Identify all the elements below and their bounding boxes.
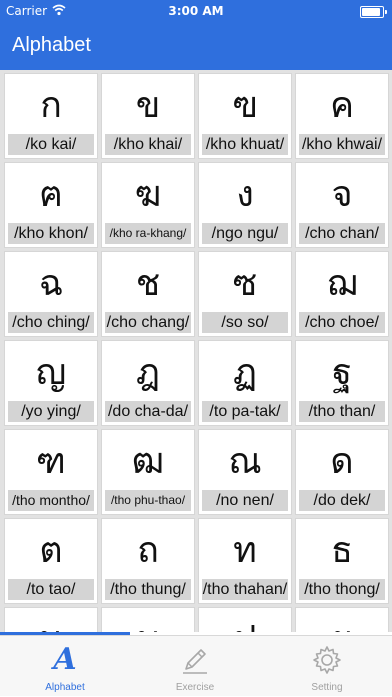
letter-cell[interactable]: ธ/tho thong/: [295, 518, 389, 604]
thai-letter: ป: [199, 608, 291, 632]
romanization-label: /so so/: [202, 312, 288, 333]
letter-cell[interactable]: ญ/yo ying/: [4, 340, 98, 426]
letter-cell[interactable]: ฒ/tho phu-thao/: [101, 429, 195, 515]
letter-cell[interactable]: ต/to tao/: [4, 518, 98, 604]
battery-icon: [360, 6, 387, 18]
thai-letter: บ: [102, 608, 194, 632]
thai-letter: ก: [40, 85, 62, 126]
romanization-label: /cho chan/: [299, 223, 385, 244]
romanization-label: /tho thung/: [105, 579, 191, 600]
romanization-label: /kho khai/: [105, 134, 191, 155]
thai-letter: ท: [233, 530, 257, 571]
gear-icon: [313, 646, 341, 674]
thai-letter: ฑ: [36, 441, 66, 482]
letter-cell[interactable]: ฐ/tho than/: [295, 340, 389, 426]
tab-setting[interactable]: Setting: [262, 636, 392, 697]
thai-letter: ฒ: [131, 441, 165, 482]
thai-letter: ฉ: [38, 263, 64, 304]
romanization-label: /yo ying/: [8, 401, 94, 422]
thai-letter: ฐ: [332, 352, 352, 393]
thai-letter: ญ: [35, 352, 67, 393]
thai-letter: ธ: [331, 530, 353, 571]
thai-letter: ข: [135, 85, 161, 126]
romanization-label: /kho khon/: [8, 223, 94, 244]
letter-cell[interactable]: ป: [198, 607, 292, 632]
tab-alphabet[interactable]: A Alphabet: [0, 636, 130, 697]
romanization-label: /to tao/: [8, 579, 94, 600]
navigation-bar: Alphabet: [0, 22, 392, 70]
thai-letter: ฅ: [38, 174, 64, 215]
letter-cell[interactable]: ฅ/kho khon/: [4, 162, 98, 248]
letter-cell[interactable]: ผ: [295, 607, 389, 632]
alphabet-grid[interactable]: ก/ko kai/ ข/kho khai/ ฃ/kho khuat/ ค/kho…: [0, 70, 392, 632]
tab-exercise[interactable]: Exercise: [130, 636, 260, 697]
thai-letter: ณ: [228, 441, 262, 482]
thai-letter: ฏ: [232, 352, 258, 393]
letter-cell[interactable]: ง/ngo ngu/: [198, 162, 292, 248]
letter-cell[interactable]: ฑ/tho montho/: [4, 429, 98, 515]
letter-cell[interactable]: บ: [101, 607, 195, 632]
letter-cell[interactable]: ฎ/do cha-da/: [101, 340, 195, 426]
romanization-label: /tho than/: [299, 401, 385, 422]
romanization-label: /to pa-tak/: [202, 401, 288, 422]
letter-cell[interactable]: ฏ/to pa-tak/: [198, 340, 292, 426]
romanization-label: /kho khuat/: [202, 134, 288, 155]
letter-cell[interactable]: น: [4, 607, 98, 632]
romanization-label: /cho chang/: [105, 312, 191, 333]
thai-letter: ฎ: [135, 352, 161, 393]
status-time: 3:00 AM: [168, 4, 224, 18]
romanization-label: /no nen/: [202, 490, 288, 511]
thai-letter: ต: [39, 530, 63, 571]
tab-label: Exercise: [175, 682, 215, 693]
letter-cell[interactable]: ช/cho chang/: [101, 251, 195, 337]
romanization-label: /tho phu-thao/: [105, 490, 191, 511]
status-bar: Carrier 3:00 AM: [0, 0, 392, 22]
letter-cell[interactable]: ฆ/kho ra-khang/: [101, 162, 195, 248]
pencil-icon: [183, 649, 207, 674]
tab-bar: A Alphabet Exercise Setting: [0, 635, 392, 696]
thai-letter: ฃ: [232, 85, 258, 126]
letter-cell[interactable]: ถ/tho thung/: [101, 518, 195, 604]
thai-letter: ค: [329, 85, 355, 126]
letter-cell[interactable]: ซ/so so/: [198, 251, 292, 337]
thai-letter: จ: [331, 174, 353, 215]
thai-letter: ช: [135, 263, 161, 304]
romanization-label: /ko kai/: [8, 134, 94, 155]
thai-letter: ถ: [137, 530, 159, 571]
thai-letter: น: [5, 608, 97, 632]
romanization-label: /tho montho/: [8, 490, 94, 511]
page-title: Alphabet: [12, 34, 91, 56]
letter-cell[interactable]: ณ/no nen/: [198, 429, 292, 515]
thai-letter: ฆ: [134, 174, 162, 215]
thai-letter: ง: [236, 174, 254, 215]
romanization-label: /tho thahan/: [202, 579, 288, 600]
tab-label: Setting: [311, 682, 343, 693]
letter-cell[interactable]: ข/kho khai/: [101, 73, 195, 159]
letter-cell[interactable]: ค/kho khwai/: [295, 73, 389, 159]
romanization-label: /do cha-da/: [105, 401, 191, 422]
romanization-label: /kho ra-khang/: [105, 223, 191, 244]
romanization-label: /ngo ngu/: [202, 223, 288, 244]
tab-label: Alphabet: [45, 682, 85, 693]
letter-cell[interactable]: จ/cho chan/: [295, 162, 389, 248]
alphabet-a-icon: A: [53, 642, 77, 677]
thai-letter: ผ: [296, 608, 388, 632]
letter-cell[interactable]: ก/ko kai/: [4, 73, 98, 159]
romanization-label: /cho ching/: [8, 312, 94, 333]
letter-cell[interactable]: ด/do dek/: [295, 429, 389, 515]
letter-cell[interactable]: ฌ/cho choe/: [295, 251, 389, 337]
letter-cell[interactable]: ท/tho thahan/: [198, 518, 292, 604]
romanization-label: /tho thong/: [299, 579, 385, 600]
letter-cell[interactable]: ฃ/kho khuat/: [198, 73, 292, 159]
romanization-label: /kho khwai/: [299, 134, 385, 155]
romanization-label: /do dek/: [299, 490, 385, 511]
thai-letter: ด: [330, 441, 354, 482]
thai-letter: ฌ: [326, 263, 358, 304]
romanization-label: /cho choe/: [299, 312, 385, 333]
thai-letter: ซ: [232, 263, 258, 304]
letter-cell[interactable]: ฉ/cho ching/: [4, 251, 98, 337]
